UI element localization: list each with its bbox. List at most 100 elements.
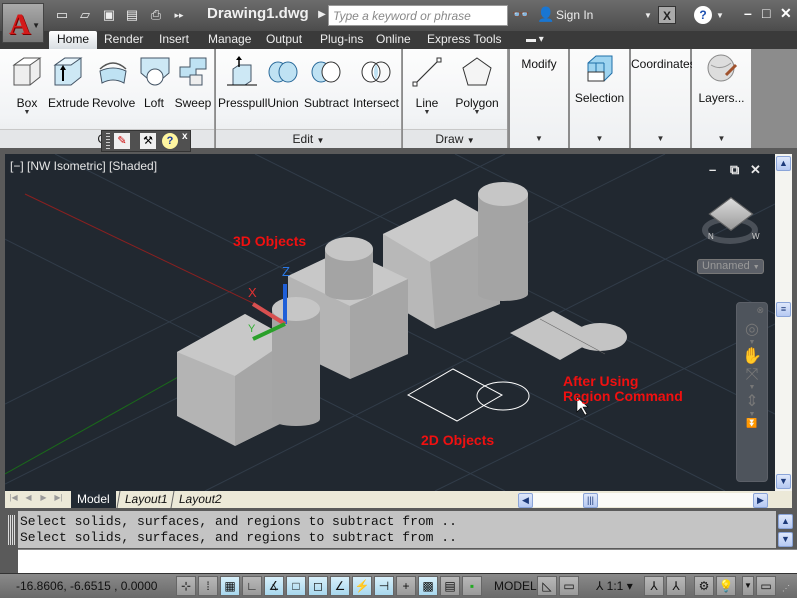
navigation-bar[interactable]: ⊗ ◎ ▼ ✋ ⤧ ▼ ⇕ ▼ ⏬ xyxy=(736,302,768,482)
annotation-visibility-icon[interactable]: ⅄ xyxy=(644,576,664,596)
hscroll-thumb[interactable]: ||| xyxy=(583,493,598,508)
lineweight-icon[interactable]: + xyxy=(396,576,416,596)
snap-mode-icon[interactable]: ⁞ xyxy=(198,576,218,596)
layers-panel[interactable]: Layers... ▼ xyxy=(692,49,751,148)
model-space-toggle[interactable]: MODEL xyxy=(494,579,537,593)
viewcube[interactable]: N W xyxy=(700,194,760,254)
tab-plugins[interactable]: Plug-ins xyxy=(320,31,363,49)
scroll-left-button[interactable]: ◀ xyxy=(518,493,533,508)
plot-icon[interactable]: ⎙ xyxy=(147,7,165,23)
sweep-button[interactable]: Sweep xyxy=(174,55,212,110)
viewport-label[interactable]: [−] [NW Isometric] [Shaded] xyxy=(10,159,157,173)
viewport-close-button[interactable]: ✕ xyxy=(750,162,761,178)
object-snap-tracking-icon[interactable]: ∠ xyxy=(330,576,350,596)
vertical-scrollbar[interactable]: ▲ ≡ ▼ xyxy=(775,154,792,491)
polygon-button[interactable]: Polygon ▼ xyxy=(453,55,501,116)
tab-render[interactable]: Render xyxy=(104,31,143,49)
box-button[interactable]: Box ▼ xyxy=(8,55,46,116)
polar-tracking-icon[interactable]: ∡ xyxy=(264,576,284,596)
edit-panel-title[interactable]: Edit ▼ xyxy=(216,129,401,148)
loft-button[interactable]: Loft xyxy=(138,55,170,110)
pan-icon[interactable]: ✋ xyxy=(737,346,767,366)
tab-model[interactable]: Model xyxy=(71,491,116,508)
scroll-up-button[interactable]: ▲ xyxy=(776,156,791,171)
union-button[interactable]: Union xyxy=(266,55,300,110)
quick-view-drawings-icon[interactable]: ▭ xyxy=(559,576,579,596)
application-menu-button[interactable]: A ▼ xyxy=(2,3,44,43)
tab-layout1[interactable]: Layout1 xyxy=(116,491,176,508)
dynamic-input-icon[interactable]: ⊣ xyxy=(374,576,394,596)
infer-constraints-icon[interactable]: ⊹ xyxy=(176,576,196,596)
prev-layout-icon[interactable]: ◀ xyxy=(23,493,34,505)
tab-layout2[interactable]: Layout2 xyxy=(170,491,230,508)
acrobat-icon[interactable]: ✎ xyxy=(114,133,130,149)
clean-screen-icon[interactable]: ▭ xyxy=(756,576,776,596)
open-icon[interactable]: ▱ xyxy=(76,7,94,23)
transparency-icon[interactable]: ▩ xyxy=(418,576,438,596)
drawing-viewport[interactable]: Z X Y [−] [NW Isometric] [Shaded] – ⧉ ✕ … xyxy=(5,154,775,491)
tab-manage[interactable]: Manage xyxy=(208,31,251,49)
tab-insert[interactable]: Insert xyxy=(159,31,189,49)
cmd-scroll-down[interactable]: ▼ xyxy=(778,532,793,547)
horizontal-scrollbar[interactable]: ◀ ||| ▶ xyxy=(518,493,768,508)
quick-view-layouts-icon[interactable]: ◺ xyxy=(537,576,557,596)
draw-panel-title[interactable]: Draw ▼ xyxy=(403,129,507,148)
grid-display-icon[interactable]: ▦ xyxy=(220,576,240,596)
help-icon[interactable]: ? xyxy=(162,133,178,149)
exchange-icon[interactable]: X xyxy=(658,6,676,24)
resize-grip-icon[interactable]: ⋰ xyxy=(782,584,790,593)
hammer-icon[interactable]: ⚒ xyxy=(140,133,156,149)
extrude-button[interactable]: Extrude xyxy=(48,55,89,110)
viewport-restore-button[interactable]: ⧉ xyxy=(730,162,739,178)
3d-object-snap-icon[interactable]: ◻ xyxy=(308,576,328,596)
command-input[interactable] xyxy=(18,549,797,573)
binoculars-icon[interactable]: 👓 xyxy=(512,6,529,23)
subtract-button[interactable]: Subtract xyxy=(304,55,349,110)
scroll-thumb[interactable]: ≡ xyxy=(776,302,791,317)
scroll-right-button[interactable]: ▶ xyxy=(753,493,768,508)
auto-scale-icon[interactable]: ⅄ xyxy=(666,576,686,596)
help-icon[interactable]: ? xyxy=(694,6,712,24)
more-icon[interactable]: ▸▸ xyxy=(170,7,188,23)
object-snap-icon[interactable]: □ xyxy=(286,576,306,596)
cmd-scroll-up[interactable]: ▲ xyxy=(778,514,793,529)
lock-ui-icon[interactable]: 💡 xyxy=(716,576,736,596)
selection-panel[interactable]: Selection ▼ xyxy=(570,49,629,148)
scroll-down-button[interactable]: ▼ xyxy=(776,474,791,489)
customize-icon[interactable]: ⏬ xyxy=(737,418,767,429)
revolve-button[interactable]: Revolve xyxy=(92,55,135,110)
ribbon-minimize-icon[interactable]: ▬ ▾ xyxy=(526,31,544,49)
close-button[interactable]: ✕ xyxy=(780,5,792,22)
steering-wheel-icon[interactable]: ◎ xyxy=(737,319,767,339)
maximize-button[interactable]: □ xyxy=(762,5,770,21)
viewport-minimize-button[interactable]: – xyxy=(709,162,716,177)
close-icon[interactable]: ⊗ xyxy=(756,305,764,316)
zoom-extents-icon[interactable]: ⤧ xyxy=(737,366,767,384)
chevron-down-icon[interactable]: ▼ xyxy=(737,384,767,391)
chevron-down-icon[interactable]: ▼ xyxy=(737,411,767,418)
chevron-down-icon[interactable]: ▼ xyxy=(716,11,724,20)
save-as-icon[interactable]: ▤ xyxy=(123,7,141,23)
selection-cycling-icon[interactable]: ▪ xyxy=(462,576,482,596)
drag-grip[interactable] xyxy=(106,133,110,149)
sign-in-button[interactable]: Sign In xyxy=(556,8,593,22)
annotation-scale[interactable]: ⅄ 1:1 ▾ xyxy=(596,579,633,593)
ortho-mode-icon[interactable]: ∟ xyxy=(242,576,262,596)
workspace-switching-icon[interactable]: ⚙ xyxy=(694,576,714,596)
quick-properties-icon[interactable]: ▤ xyxy=(440,576,460,596)
coordinates-panel[interactable]: Coordinates ▼ xyxy=(631,49,696,148)
orbit-icon[interactable]: ⇕ xyxy=(737,391,767,411)
last-layout-icon[interactable]: ▶| xyxy=(53,493,64,505)
tab-home[interactable]: Home xyxy=(49,31,98,49)
first-layout-icon[interactable]: |◀ xyxy=(8,493,19,505)
tab-express-tools[interactable]: Express Tools xyxy=(427,31,501,49)
chevron-down-icon[interactable]: ▼ xyxy=(644,11,652,20)
chevron-down-icon[interactable]: ▼ xyxy=(742,576,754,596)
presspull-button[interactable]: Presspull xyxy=(218,55,267,110)
coordinates-readout[interactable]: -16.8606, -6.6515 , 0.0000 xyxy=(16,579,157,593)
search-input[interactable]: Type a keyword or phrase xyxy=(328,5,508,26)
dynamic-ucs-icon[interactable]: ⚡ xyxy=(352,576,372,596)
save-icon[interactable]: ▣ xyxy=(100,7,118,23)
modify-panel[interactable]: Modify ▼ xyxy=(510,49,568,148)
chevron-down-icon[interactable]: ▼ xyxy=(737,339,767,346)
